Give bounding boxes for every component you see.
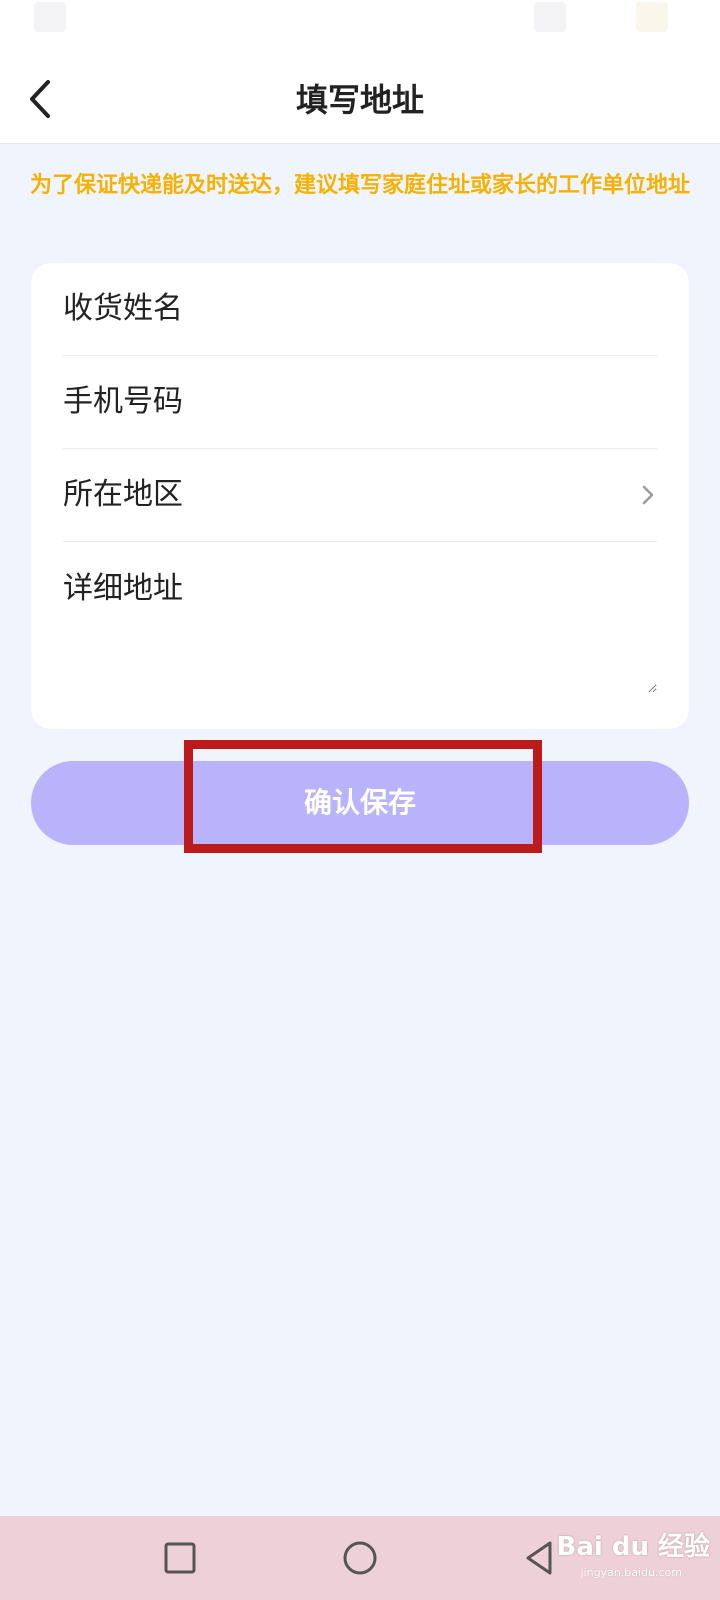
recipient-name-input[interactable] — [63, 263, 657, 355]
address-notice: 为了保证快递能及时送达，建议填写家庭住址或家长的工作单位地址 — [30, 173, 691, 198]
detail-address-input[interactable] — [63, 543, 657, 693]
status-bar — [0, 0, 720, 50]
square-icon — [164, 1542, 196, 1574]
baidu-jingyan-watermark: Bai du 经验 — [556, 1532, 711, 1562]
detail-address-field[interactable]: 详细地址 — [63, 543, 657, 693]
confirm-save-button[interactable]: 确认保存 — [31, 761, 689, 845]
phone-number-input[interactable] — [63, 356, 657, 448]
watermark-url: jingyan.baidu.com — [580, 1566, 682, 1579]
address-form-card: 收货姓名 手机号码 所在地区 详细地址 — [31, 263, 689, 729]
circle-icon — [343, 1541, 377, 1575]
home-button[interactable] — [338, 1536, 382, 1580]
phone-number-field[interactable]: 手机号码 — [63, 356, 657, 449]
status-icon — [34, 2, 66, 32]
triangle-back-icon — [526, 1541, 552, 1575]
recent-apps-button[interactable] — [158, 1536, 202, 1580]
region-selector[interactable]: 所在地区 — [63, 449, 657, 542]
chevron-right-icon — [642, 485, 654, 505]
region-label: 所在地区 — [63, 477, 183, 512]
header: 填写地址 — [0, 50, 720, 144]
status-icon — [636, 2, 668, 32]
recipient-name-field[interactable]: 收货姓名 — [63, 263, 657, 356]
system-back-button[interactable] — [518, 1536, 562, 1580]
status-icon — [534, 2, 566, 32]
page-title: 填写地址 — [295, 81, 424, 119]
